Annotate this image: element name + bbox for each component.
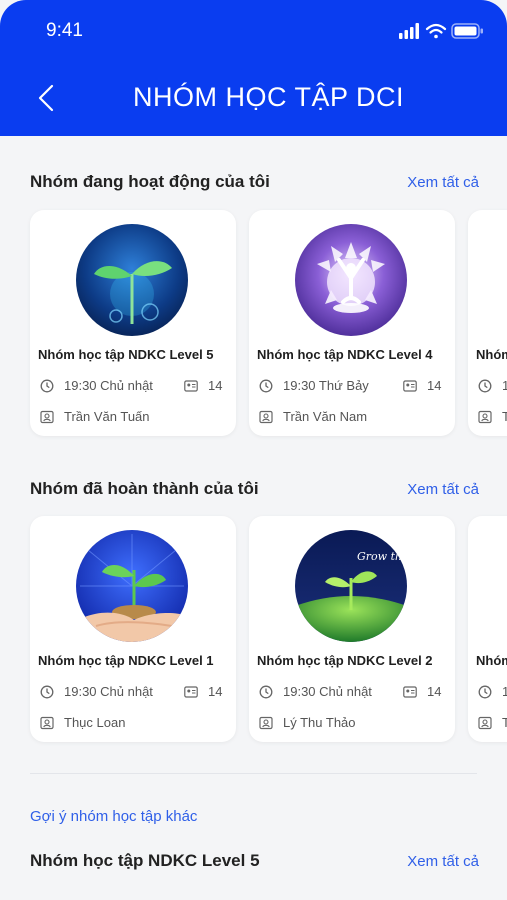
group-name: Nhóm học tập NDKC Level 1 — [38, 653, 214, 668]
active-see-all-link[interactable]: Xem tất cả — [407, 174, 479, 191]
member-count-icon — [403, 686, 417, 698]
person-card-icon — [259, 716, 273, 730]
status-icons — [399, 23, 483, 39]
member-count: 14 — [208, 378, 223, 393]
group-avatar — [295, 224, 407, 336]
member-count: 14 — [427, 378, 442, 393]
mentor-name: T — [502, 409, 507, 424]
completed-groups-title: Nhóm đã hoàn thành của tôi — [30, 479, 259, 498]
group-name: Nhóm — [476, 347, 507, 362]
member-count-icon — [184, 686, 198, 698]
main-content: Nhóm đang hoạt động của tôi Xem tất cả N… — [0, 136, 507, 900]
person-card-icon — [40, 716, 54, 730]
person-card-icon — [478, 716, 492, 730]
group-card[interactable]: Nhóm học tập NDKC Level 1 19:30 Chủ nhật… — [30, 516, 236, 742]
suggested-see-all-link[interactable]: Xem tất cả — [407, 853, 479, 870]
wifi-icon — [425, 23, 447, 39]
mentor-name: Trần Văn Nam — [283, 409, 368, 424]
completed-see-all-link[interactable]: Xem tất cả — [407, 481, 479, 498]
person-card-icon — [478, 410, 492, 424]
battery-icon — [451, 23, 483, 39]
mentor-name: Trần Văn Tuấn — [64, 409, 150, 424]
clock-icon — [478, 685, 492, 699]
group-name: Nhóm học tập NDKC Level 2 — [257, 653, 433, 668]
active-groups-title: Nhóm đang hoạt động của tôi — [30, 172, 270, 191]
suggest-groups-link[interactable]: Gợi ý nhóm học tập khác — [30, 808, 197, 825]
schedule-text: 19:30 Thứ Bảy — [283, 378, 369, 393]
group-card[interactable]: Nhóm học tập NDKC Level 4 19:30 Thứ Bảy … — [249, 210, 455, 436]
clock-icon — [478, 379, 492, 393]
schedule-text: 19:30 Chủ nhật — [283, 684, 372, 699]
group-avatar: Grow that — [295, 530, 407, 642]
mentor-name: Thục Loan — [64, 715, 126, 730]
avatar-script-text: Grow that — [357, 550, 407, 563]
group-card[interactable]: Nhóm 1 T — [468, 210, 507, 436]
member-count: 14 — [427, 684, 442, 699]
group-card[interactable]: Nhóm 1 T — [468, 516, 507, 742]
clock-icon — [259, 379, 273, 393]
clock-icon — [259, 685, 273, 699]
mentor-name: T — [502, 715, 507, 730]
clock-icon — [40, 379, 54, 393]
schedule-text: 1 — [502, 378, 507, 393]
chevron-left-icon — [38, 84, 54, 112]
app-header: 9:41 NHÓM HỌC TẬP DCI — [0, 0, 507, 136]
group-card[interactable]: Nhóm học tập NDKC Level 5 19:30 Chủ nhật… — [30, 210, 236, 436]
member-count-icon — [403, 380, 417, 392]
group-avatar — [76, 530, 188, 642]
member-count: 14 — [208, 684, 223, 699]
suggested-group-title: Nhóm học tập NDKC Level 5 — [30, 851, 260, 870]
schedule-text: 19:30 Chủ nhật — [64, 684, 153, 699]
status-time: 9:41 — [46, 20, 83, 41]
schedule-text: 1 — [502, 684, 507, 699]
person-card-icon — [259, 410, 273, 424]
group-name: Nhóm học tập NDKC Level 4 — [257, 347, 433, 362]
member-count-icon — [184, 380, 198, 392]
group-name: Nhóm — [476, 653, 507, 668]
group-avatar — [76, 224, 188, 336]
signal-icon — [399, 23, 419, 39]
person-card-icon — [40, 410, 54, 424]
mentor-name: Lý Thu Thảo — [283, 715, 356, 730]
group-name: Nhóm học tập NDKC Level 5 — [38, 347, 214, 362]
back-button[interactable] — [30, 80, 66, 116]
section-divider — [30, 773, 477, 774]
schedule-text: 19:30 Chủ nhật — [64, 378, 153, 393]
clock-icon — [40, 685, 54, 699]
group-card[interactable]: Grow that Nhóm học tập NDKC Level 2 19:3… — [249, 516, 455, 742]
page-title: NHÓM HỌC TẬP DCI — [132, 82, 405, 112]
